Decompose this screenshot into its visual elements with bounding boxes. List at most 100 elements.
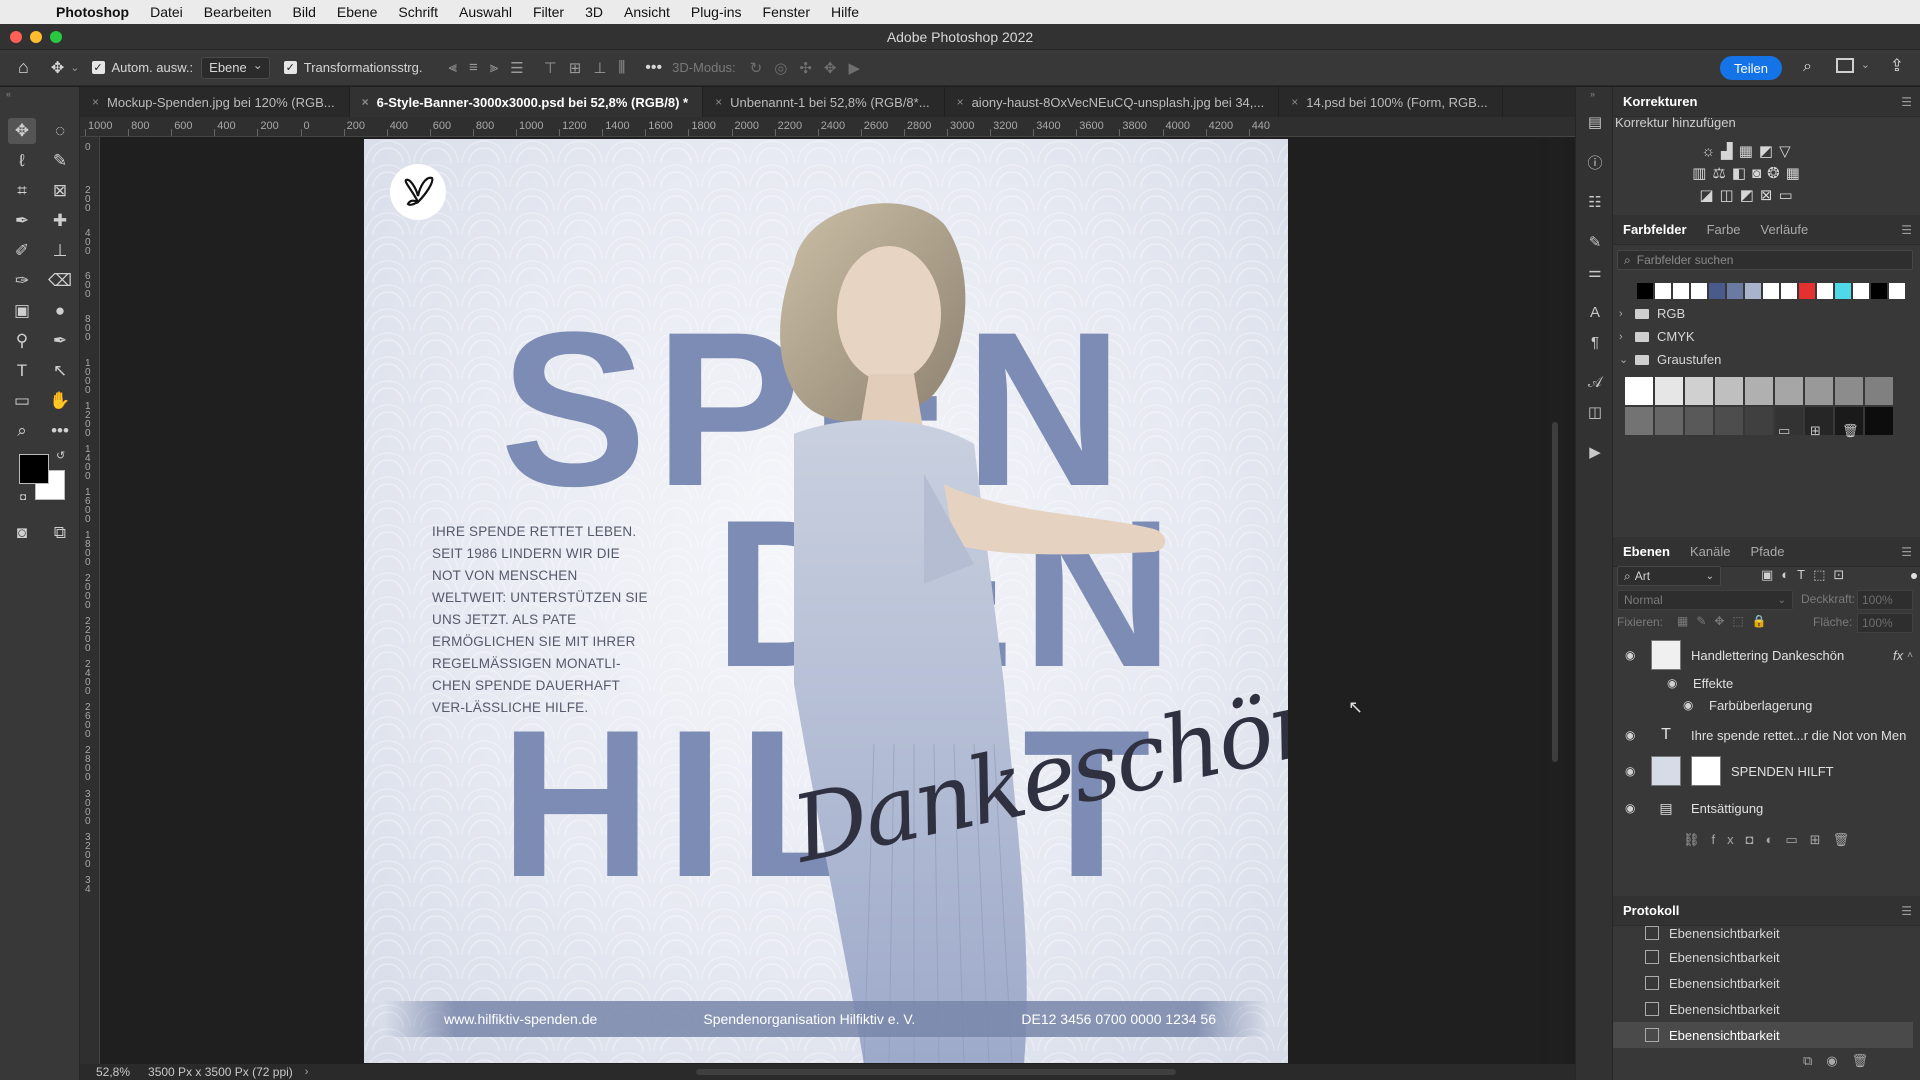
vertical-scrollbar[interactable] (1548, 137, 1562, 1064)
chevron-up-icon[interactable]: ˄ (1907, 650, 1913, 661)
grayscale-swatch[interactable] (1685, 377, 1713, 405)
swatch-group-rgb[interactable]: › RGB (1619, 306, 1685, 321)
move-tool-icon[interactable]: ✥ (8, 118, 36, 144)
align-top-icon[interactable]: ⊤ (544, 59, 557, 77)
eye-icon[interactable]: ◉ (1667, 676, 1681, 690)
new-layer-icon[interactable]: ⊞ (1810, 832, 1833, 847)
foreground-color-swatch[interactable] (19, 454, 49, 484)
menu-filter[interactable]: Filter (533, 4, 564, 20)
chevron-right-icon[interactable]: › (305, 1066, 309, 1078)
color-swatch[interactable] (1745, 283, 1761, 299)
frame-tool-icon[interactable]: ⊠ (46, 178, 74, 204)
new-document-from-state-icon[interactable]: ⧉ (1803, 1053, 1826, 1068)
eye-icon[interactable]: ◉ (1625, 728, 1639, 742)
vibrance-icon[interactable]: ▽ (1779, 143, 1797, 160)
align-left-icon[interactable]: ⫷ (448, 59, 456, 76)
panel-menu-icon[interactable]: ☰ (1901, 223, 1912, 237)
chevron-down-icon[interactable]: ⌄ (70, 61, 79, 74)
hand-tool-icon[interactable]: ✋ (46, 388, 74, 414)
swap-colors-icon[interactable]: ↺ (56, 449, 65, 462)
quick-mask-icon[interactable]: ◙ (8, 520, 36, 546)
pen-tool-icon[interactable]: ✒ (46, 328, 74, 354)
folder-icon[interactable]: ▭ (1785, 832, 1809, 847)
grayscale-swatch[interactable] (1655, 377, 1683, 405)
grayscale-swatch[interactable] (1745, 377, 1773, 405)
menu-datei[interactable]: Datei (150, 4, 183, 20)
tab-verlaeufe[interactable]: Verläufe (1751, 215, 1819, 245)
auto-select-dropdown[interactable]: Ebene (201, 56, 270, 79)
panel-menu-icon[interactable]: ☰ (1901, 904, 1912, 918)
chevron-down-icon[interactable]: ⌄ (1861, 58, 1870, 71)
grayscale-swatch[interactable] (1715, 377, 1743, 405)
menu-fenster[interactable]: Fenster (763, 4, 810, 20)
stamp-tool-icon[interactable]: ⊥ (46, 238, 74, 264)
eyedropper-tool-icon[interactable]: ✒ (8, 208, 36, 234)
document-info[interactable]: 3500 Px x 3500 Px (72 ppi) (148, 1065, 293, 1079)
rectangle-tool-icon[interactable]: ▭ (8, 388, 36, 414)
brightness-icon[interactable]: ☼ (1701, 143, 1721, 160)
layer-handlettering[interactable]: ◉ Handlettering Dankeschön fx ˄ (1613, 638, 1913, 672)
tab-farbfelder[interactable]: Farbfelder (1613, 215, 1697, 245)
panel-menu-icon[interactable]: ☰ (1901, 545, 1912, 559)
layer-blurb-text[interactable]: ◉ T Ihre spende rettet...r die Not von M… (1613, 719, 1913, 751)
horizontal-scrollbar-thumb[interactable] (696, 1069, 1176, 1075)
grayscale-swatch[interactable] (1745, 407, 1773, 435)
comments-icon[interactable]: ▤ (1584, 111, 1606, 133)
distribute-icon[interactable]: ☰ (510, 59, 523, 77)
marquee-tool-icon[interactable]: ◌ (46, 118, 74, 144)
snapshot-camera-icon[interactable]: ◉ (1826, 1053, 1851, 1068)
menu-ebene[interactable]: Ebene (337, 4, 377, 20)
color-swatch[interactable] (1817, 283, 1833, 299)
menu-photoshop[interactable]: Photoshop (56, 4, 129, 20)
color-balance-icon[interactable]: ⚖ (1712, 165, 1731, 182)
grayscale-swatch[interactable] (1625, 407, 1653, 435)
fill-field[interactable]: 100% (1857, 613, 1913, 633)
glyphs-icon[interactable]: 𝒜 (1584, 371, 1606, 393)
home-icon[interactable]: ⌂ (18, 57, 29, 78)
swatches-search[interactable]: ⌕ Farbfelder suchen (1617, 250, 1913, 270)
opacity-field[interactable]: 100% (1857, 590, 1913, 610)
color-swatch[interactable] (1781, 283, 1797, 299)
more-options-icon[interactable]: ••• (645, 59, 662, 77)
menu-ansicht[interactable]: Ansicht (624, 4, 670, 20)
screen-mode-icon[interactable]: ⧉ (46, 520, 74, 546)
mask-icon[interactable]: ◘ (1746, 832, 1766, 847)
color-swatch[interactable] (1637, 283, 1653, 299)
menu-auswahl[interactable]: Auswahl (459, 4, 512, 20)
swatch-group-cmyk[interactable]: › CMYK (1619, 329, 1695, 344)
exposure-icon[interactable]: ◩ (1759, 143, 1779, 160)
eye-icon[interactable]: ◉ (1625, 648, 1639, 662)
menu-bearbeiten[interactable]: Bearbeiten (204, 4, 272, 20)
channel-mixer-icon[interactable]: ❂ (1767, 165, 1786, 182)
grayscale-swatch[interactable] (1685, 407, 1713, 435)
link-icon[interactable]: ⛓ (1683, 832, 1712, 847)
trash-icon[interactable]: 🗑 (1842, 423, 1859, 439)
eye-icon[interactable]: ◉ (1683, 698, 1697, 712)
color-swatch[interactable] (1655, 283, 1671, 299)
crop-tool-icon[interactable]: ⌗ (8, 178, 36, 204)
libraries-icon[interactable]: ◫ (1584, 401, 1606, 423)
properties-icon[interactable]: ☷ (1584, 191, 1606, 213)
layer-effects[interactable]: ◉ Effekte (1613, 673, 1913, 693)
align-right-icon[interactable]: ⫸ (490, 59, 498, 76)
grayscale-swatch[interactable] (1655, 407, 1683, 435)
gradient-tool-icon[interactable]: ▣ (8, 298, 36, 324)
history-item[interactable]: Ebenensichtbarkeit (1613, 970, 1913, 996)
menu-schrift[interactable]: Schrift (398, 4, 438, 20)
ruler-horizontal[interactable]: 1000 800 600 400 200 0 200 400 600 800 1000 1200 140… (80, 117, 1575, 137)
scrollbar-thumb[interactable] (1552, 422, 1558, 762)
lock-artboard-icon[interactable]: ⬚ (1732, 614, 1751, 628)
search-icon[interactable]: ⌕ (1803, 58, 1812, 76)
close-icon[interactable]: × (92, 95, 99, 109)
color-swatch[interactable] (1889, 283, 1905, 299)
grayscale-swatch[interactable] (1865, 377, 1893, 405)
gradient-map-icon[interactable]: ▭ (1778, 187, 1798, 204)
fx-icon[interactable]: fx (1893, 648, 1903, 663)
black-white-icon[interactable]: ◧ (1732, 165, 1752, 182)
blur-tool-icon[interactable]: ● (46, 298, 74, 324)
paragraph-icon[interactable]: ¶ (1584, 331, 1606, 353)
color-lookup-icon[interactable]: ▦ (1786, 165, 1806, 182)
tab-korrekturen[interactable]: Korrekturen (1613, 87, 1707, 117)
auto-select-checkbox[interactable]: ✓ (91, 61, 105, 74)
color-swatch[interactable] (1691, 283, 1707, 299)
